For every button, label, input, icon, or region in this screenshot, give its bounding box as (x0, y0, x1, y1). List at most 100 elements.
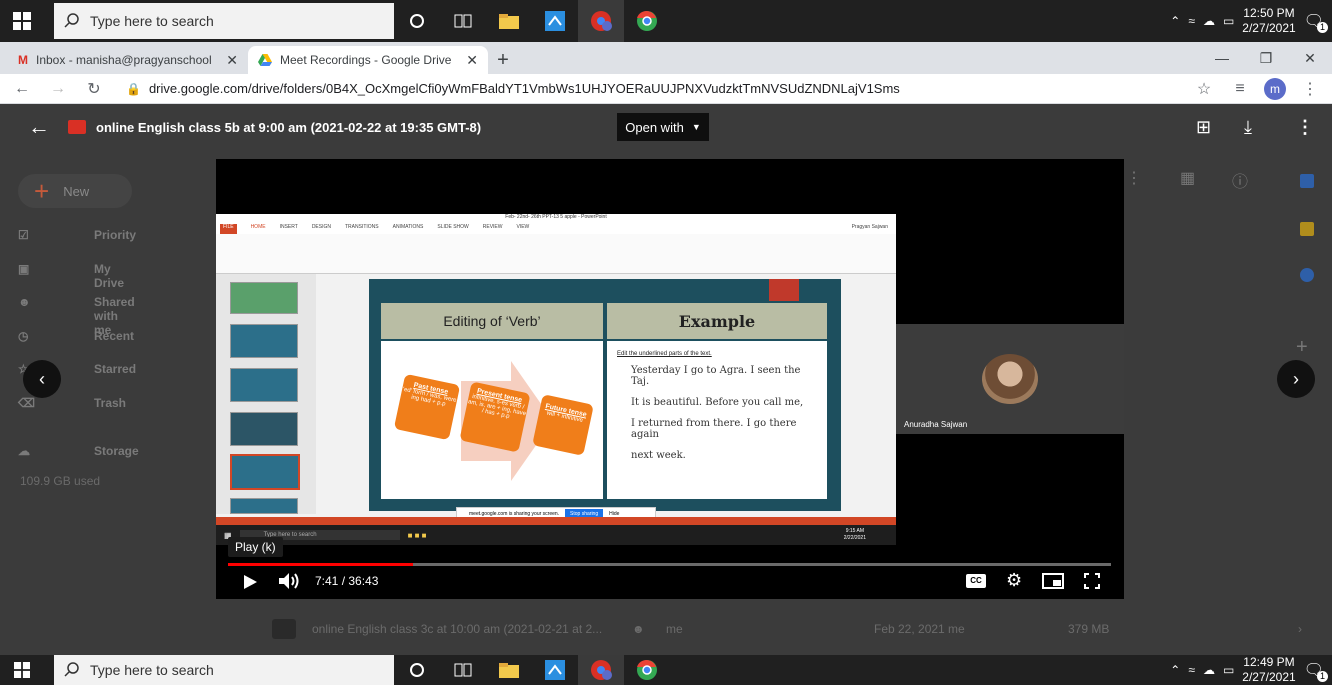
media-icon[interactable]: ≡ (1228, 80, 1252, 98)
chrome-icon[interactable] (624, 0, 670, 42)
reload-icon[interactable]: ↻ (82, 79, 106, 99)
new-tab-button[interactable]: + (488, 46, 518, 74)
clock[interactable]: 12:49 PM 2/27/2021 (1242, 655, 1295, 685)
volume-icon[interactable] (278, 572, 300, 590)
back-icon[interactable]: ← (10, 80, 34, 98)
profile-avatar[interactable]: m (1264, 77, 1286, 100)
chevron-up-icon[interactable]: ⌃ (1170, 663, 1180, 677)
ribbon-tab: DESIGN (311, 224, 331, 230)
miniplayer-icon[interactable] (1042, 573, 1064, 589)
slide-instruction: Edit the underlined parts of the text. (617, 351, 712, 357)
taskbar-search-box[interactable]: Type here to search (54, 655, 394, 685)
cortana-icon[interactable] (394, 655, 440, 685)
sidebar-item-shared[interactable]: ☻ Shared with me (18, 295, 135, 337)
chevron-left-icon: ‹ (39, 368, 45, 389)
task-view-icon[interactable] (440, 655, 486, 685)
new-button[interactable]: + New (18, 174, 132, 208)
notification-icon[interactable]: 🗨 1 (1304, 660, 1328, 682)
more-options-icon[interactable]: ⋮ (1126, 168, 1142, 188)
slide-accent-bar (769, 279, 799, 301)
file-explorer-icon[interactable] (486, 655, 532, 685)
slide-right-panel: Edit the underlined parts of the text. Y… (607, 341, 827, 499)
captions-icon[interactable]: CC (966, 574, 986, 588)
video-player[interactable]: Feb- 22nd- 26th PPT-13 5 apple - PowerPo… (216, 159, 1124, 599)
slide-thumbnail-active[interactable] (230, 454, 300, 490)
taskbar-search-box[interactable]: Type here to search (54, 3, 394, 39)
next-file-button[interactable]: › (1277, 360, 1315, 398)
tab-gmail[interactable]: M Inbox - manisha@pragyanschool ✕ (8, 46, 248, 74)
grid-view-icon[interactable]: ▦ (1180, 168, 1195, 188)
notification-icon[interactable]: 🗨 1 (1304, 11, 1328, 33)
calendar-icon[interactable] (1300, 174, 1314, 188)
slide-text-line: I returned from there. I go there again (631, 418, 797, 440)
taskbar-search-placeholder: Type here to search (90, 13, 214, 29)
close-window-icon[interactable]: ✕ (1288, 50, 1332, 67)
ribbon-tab: SLIDE SHOW (437, 224, 469, 230)
search-icon (64, 662, 79, 677)
clock[interactable]: 12:50 PM 2/27/2021 (1242, 6, 1295, 36)
ppt-ribbon (216, 234, 896, 274)
more-vert-icon[interactable]: ⋮ (1296, 117, 1314, 138)
sidebar-item-trash[interactable]: ⌫ Trash (18, 396, 126, 410)
menu-icon[interactable]: ⋮ (1298, 79, 1322, 99)
priority-icon: ☑ (18, 228, 29, 242)
minimize-icon[interactable]: — (1200, 50, 1244, 66)
sidebar-item-my-drive[interactable]: ▣ My Drive (18, 262, 124, 290)
task-view-icon[interactable] (440, 0, 486, 42)
add-to-drive-icon[interactable]: ⊞ (1196, 117, 1211, 138)
settings-icon[interactable]: ⚙ (1006, 570, 1022, 591)
notification-count: 1 (1317, 671, 1328, 682)
wifi-icon[interactable]: ≈ (1188, 14, 1195, 28)
slide-right-header: Example (607, 303, 827, 339)
keep-icon[interactable] (1300, 222, 1314, 236)
close-icon[interactable]: ✕ (466, 52, 478, 69)
restore-icon[interactable]: ❐ (1244, 50, 1288, 67)
sticky-app-icon[interactable] (532, 0, 578, 42)
fullscreen-icon[interactable] (1084, 573, 1100, 589)
windows-start-icon[interactable] (0, 0, 44, 42)
slide-text-line: It is beautiful. Before you call me, (631, 397, 804, 408)
slide-thumbnail[interactable] (230, 498, 298, 514)
cloud-icon[interactable]: ☁ (1203, 14, 1215, 28)
preview-title: online English class 5b at 9:00 am (2021… (96, 119, 482, 135)
chrome-profile-icon[interactable] (578, 0, 624, 42)
info-icon[interactable]: ⓘ (1232, 168, 1248, 192)
sidebar-item-storage[interactable]: ☁ Storage (18, 444, 139, 458)
clock-time: 12:49 PM (1243, 655, 1295, 669)
chevron-right-icon[interactable]: › (1298, 622, 1302, 636)
play-icon[interactable] (242, 574, 258, 590)
tasks-icon[interactable] (1300, 268, 1314, 282)
back-arrow-icon[interactable]: ← (28, 114, 50, 140)
wifi-icon[interactable]: ≈ (1188, 663, 1195, 677)
battery-icon[interactable]: ▭ (1223, 663, 1234, 677)
cloud-icon[interactable]: ☁ (1203, 663, 1215, 677)
add-addon-icon[interactable]: + (1296, 336, 1308, 359)
windows-start-icon[interactable] (0, 655, 44, 685)
chrome-icon[interactable] (624, 655, 670, 685)
sticky-app-icon[interactable] (532, 655, 578, 685)
chevron-up-icon[interactable]: ⌃ (1170, 14, 1180, 28)
slide-text-line: Yesterday I go to Agra. I seen the Taj. (631, 365, 801, 387)
sidebar-item-priority[interactable]: ☑ Priority (18, 228, 136, 242)
slide-thumbnail[interactable] (230, 324, 298, 358)
cortana-icon[interactable] (394, 0, 440, 42)
address-bar[interactable]: 🔒 drive.google.com/drive/folders/0B4X_Oc… (118, 76, 1180, 102)
file-explorer-icon[interactable] (486, 0, 532, 42)
download-icon[interactable]: ⤓ (1244, 117, 1252, 138)
sidebar-item-label: My Drive (94, 262, 125, 290)
forward-icon[interactable]: → (46, 80, 70, 98)
file-row[interactable]: online English class 3c at 10:00 am (202… (0, 614, 1302, 644)
close-icon[interactable]: ✕ (226, 52, 238, 69)
slide-thumbnail[interactable] (230, 412, 298, 446)
battery-icon[interactable]: ▭ (1223, 14, 1234, 28)
chrome-profile-icon[interactable] (578, 655, 624, 685)
open-with-button[interactable]: Open with ▼ (617, 113, 709, 141)
slide-thumbnail[interactable] (230, 282, 298, 314)
sidebar-item-recent[interactable]: ◷ Recent (18, 329, 134, 343)
previous-file-button[interactable]: ‹ (23, 360, 61, 398)
slide-thumbnail[interactable] (230, 368, 298, 402)
taskbar-search-placeholder: Type here to search (90, 662, 214, 678)
video-file-icon (68, 120, 86, 134)
star-icon[interactable]: ☆ (1192, 79, 1216, 99)
tab-drive[interactable]: Meet Recordings - Google Drive ✕ (248, 46, 488, 74)
